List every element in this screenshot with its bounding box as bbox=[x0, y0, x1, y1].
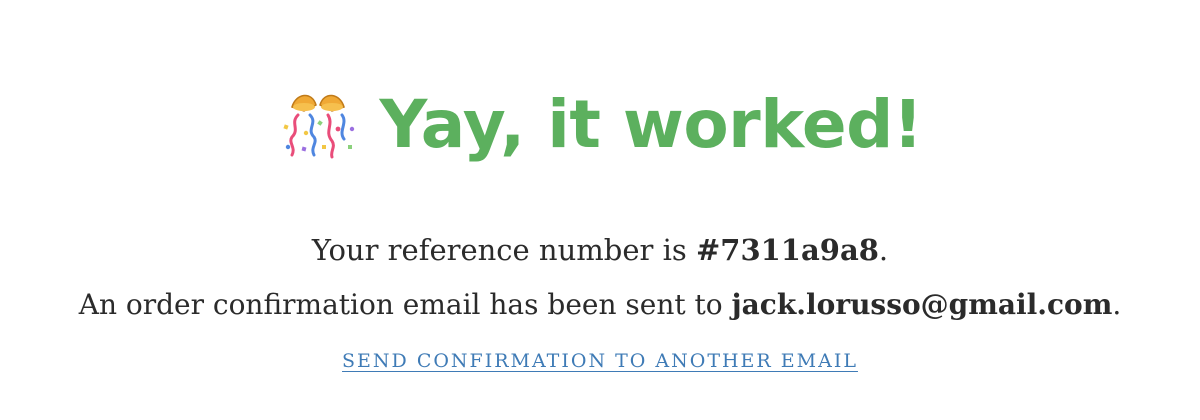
email-suffix: . bbox=[1112, 288, 1122, 321]
confirmation-email: jack.lorusso@gmail.com bbox=[731, 288, 1113, 321]
headline-title: Yay, it worked! bbox=[379, 86, 923, 163]
reference-prefix: Your reference number is bbox=[311, 233, 696, 267]
success-headline: Yay, it worked! bbox=[0, 70, 1200, 180]
resend-row: SEND CONFIRMATION TO ANOTHER EMAIL bbox=[0, 350, 1200, 372]
party-popper-icon bbox=[282, 94, 354, 159]
email-line: An order confirmation email has been sen… bbox=[0, 287, 1200, 323]
reference-line: Your reference number is #7311a9a8. bbox=[0, 232, 1200, 268]
email-prefix: An order confirmation email has been sen… bbox=[78, 288, 732, 321]
reference-number: #7311a9a8 bbox=[695, 233, 879, 267]
reference-suffix: . bbox=[878, 233, 889, 267]
send-to-another-email-link[interactable]: SEND CONFIRMATION TO ANOTHER EMAIL bbox=[342, 350, 858, 372]
